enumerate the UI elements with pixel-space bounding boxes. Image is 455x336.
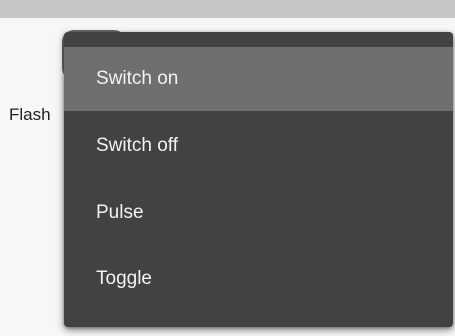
menu-item-toggle[interactable]: Toggle: [64, 247, 453, 311]
menu-item-switch-on[interactable]: Switch on: [64, 47, 453, 111]
menu-item-label: Switch off: [96, 135, 179, 156]
menu-item-label: Switch on: [96, 68, 179, 89]
menu-item-switch-off[interactable]: Switch off: [64, 114, 453, 178]
top-bar: [0, 0, 455, 18]
flash-action-menu: Switch on Switch off Pulse Toggle: [64, 32, 453, 327]
menu-item-pulse[interactable]: Pulse: [64, 181, 453, 245]
menu-item-label: Pulse: [96, 202, 144, 223]
menu-item-label: Toggle: [96, 268, 152, 289]
flash-label: Flash: [9, 105, 51, 124]
